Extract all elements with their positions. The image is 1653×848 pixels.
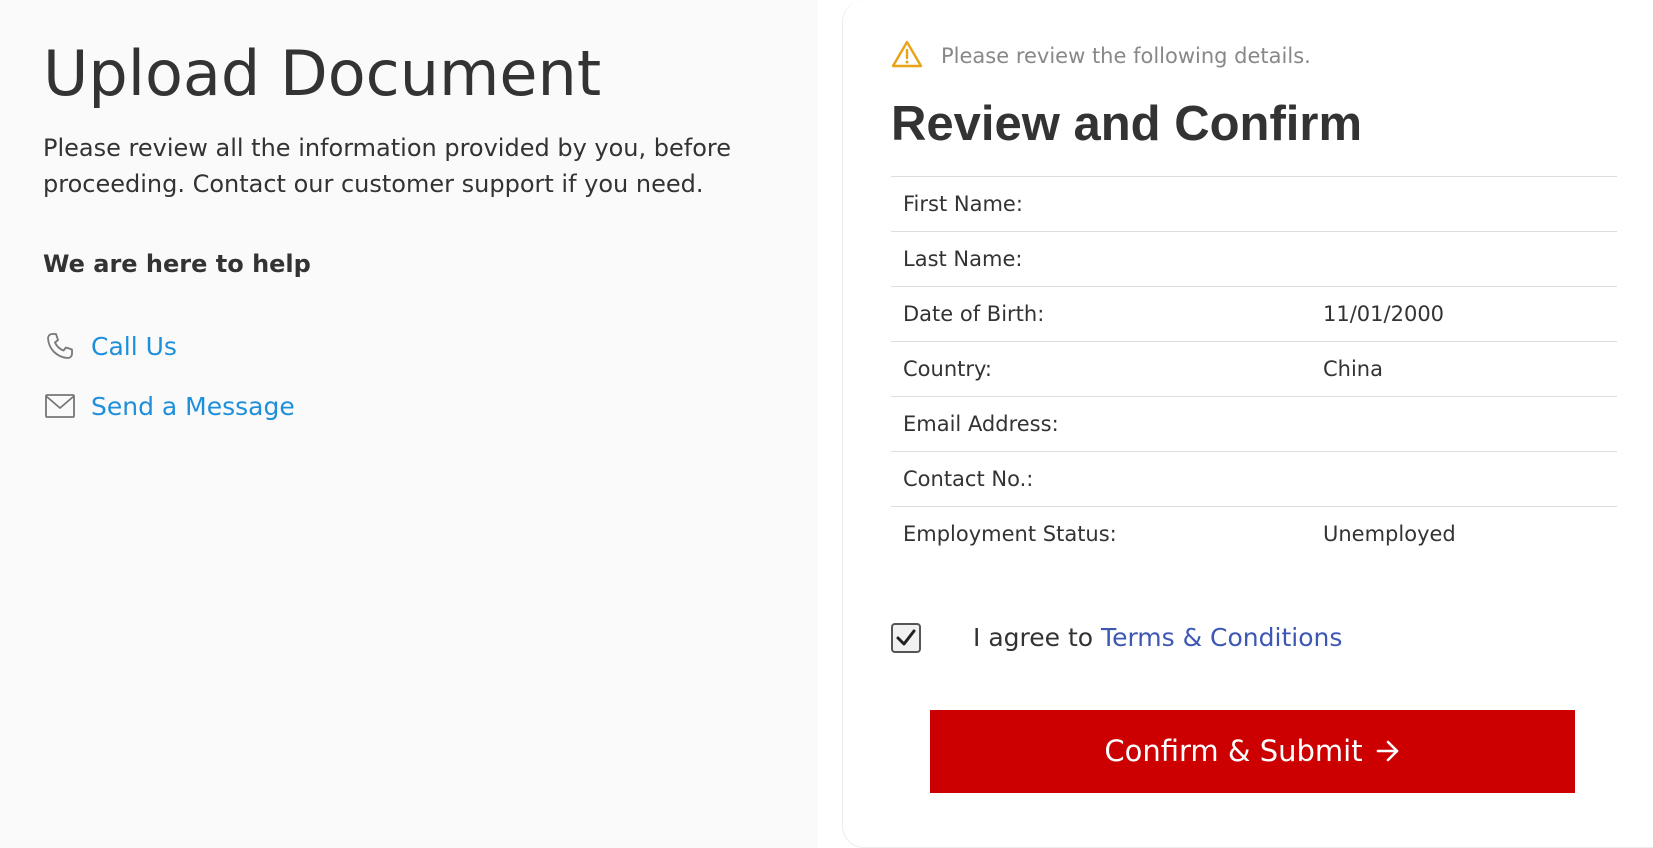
detail-label: Country:: [903, 357, 992, 381]
envelope-icon: [43, 389, 77, 423]
detail-value: [1323, 397, 1617, 452]
details-table: First Name: Last Name: Date of Birth: 11…: [891, 176, 1617, 562]
detail-label: Email Address:: [903, 412, 1059, 436]
detail-label: First Name:: [903, 192, 1023, 216]
send-message-link[interactable]: Send a Message: [43, 386, 818, 426]
table-row: Date of Birth: 11/01/2000: [891, 287, 1617, 342]
arrow-right-icon: [1375, 739, 1401, 763]
notice-text: Please review the following details.: [941, 44, 1311, 68]
table-row: Contact No.:: [891, 452, 1617, 507]
table-row: Country: China: [891, 342, 1617, 397]
phone-icon: [43, 329, 77, 363]
page-title: Upload Document: [43, 37, 602, 110]
agree-row: I agree to Terms & Conditions: [891, 618, 1653, 658]
detail-value: Unemployed: [1323, 522, 1456, 547]
detail-value: China: [1323, 357, 1383, 381]
call-us-label: Call Us: [91, 331, 177, 361]
detail-value: [1323, 232, 1617, 287]
contact-list: Call Us Send a Message: [43, 326, 818, 426]
left-panel: Upload Document Please review all the in…: [0, 0, 818, 848]
detail-value: [1323, 452, 1617, 507]
detail-label: Employment Status:: [903, 522, 1117, 547]
page: Upload Document Please review all the in…: [0, 0, 1653, 848]
submit-label: Confirm & Submit: [1104, 734, 1363, 768]
detail-value: 11/01/2000: [1323, 302, 1445, 326]
review-panel: Please review the following details. Rev…: [842, 0, 1653, 848]
notice: Please review the following details.: [891, 38, 1653, 74]
detail-label: Contact No.:: [903, 467, 1034, 491]
table-row: Email Address:: [891, 397, 1617, 452]
warning-icon: [891, 39, 925, 73]
detail-label: Date of Birth:: [903, 302, 1045, 326]
terms-conditions-link[interactable]: Terms & Conditions: [1101, 623, 1342, 652]
call-us-link[interactable]: Call Us: [43, 326, 818, 366]
agree-checkbox[interactable]: [891, 622, 921, 653]
detail-value: [1323, 177, 1617, 232]
page-intro: Please review all the information provid…: [43, 134, 731, 199]
help-heading: We are here to help: [43, 250, 311, 279]
detail-label: Last Name:: [903, 247, 1023, 271]
table-row: Last Name:: [891, 232, 1617, 287]
confirm-submit-button[interactable]: Confirm & Submit: [930, 709, 1575, 793]
checkmark-icon: [896, 629, 916, 645]
agree-text: I agree to: [973, 623, 1094, 652]
table-row: First Name:: [891, 177, 1617, 232]
table-row: Employment Status: Unemployed: [891, 507, 1617, 562]
review-title: Review and Confirm: [891, 97, 1363, 151]
send-message-label: Send a Message: [91, 391, 295, 421]
